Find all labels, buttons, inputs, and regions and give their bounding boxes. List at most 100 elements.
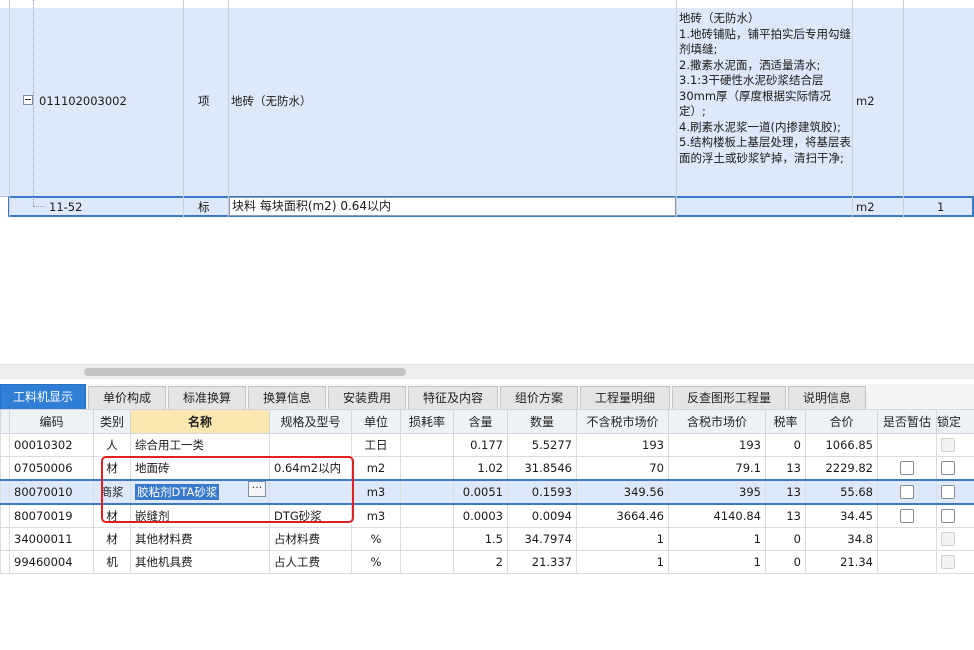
row-marker[interactable]	[0, 503, 10, 528]
cell-code[interactable]: 99460004	[9, 550, 94, 574]
cell-provisional[interactable]	[877, 527, 937, 551]
cell-quantity[interactable]: 31.8546	[507, 456, 577, 481]
tab-8[interactable]: 反查图形工程量	[672, 386, 786, 409]
cell-content[interactable]: 0.177	[453, 433, 508, 457]
cell-category[interactable]: 商浆	[93, 479, 131, 505]
cell-code[interactable]: 00010302	[9, 433, 94, 457]
cell-name[interactable]: 其他材料费	[130, 527, 270, 551]
cell-provisional[interactable]	[877, 479, 937, 505]
table-row[interactable]: 99460004 机其他机具费 占人工费% 2 21.337 1 1 0 21.34	[0, 550, 974, 574]
cell-spec[interactable]: DTG砂浆	[269, 503, 352, 528]
cell-unit[interactable]: %	[351, 550, 401, 574]
header-loss-rate[interactable]: 损耗率	[400, 409, 454, 434]
cell-spec[interactable]: 占人工费	[269, 550, 352, 574]
cell-category[interactable]: 机	[93, 550, 131, 574]
lock-checkbox[interactable]	[941, 461, 955, 476]
cell-provisional[interactable]	[877, 550, 937, 574]
cell-total[interactable]: 55.68	[805, 479, 878, 505]
cell-content[interactable]: 1.5	[453, 527, 508, 551]
cell-name[interactable]: 地面砖	[130, 456, 270, 481]
ellipsis-button[interactable]: ···	[248, 481, 266, 497]
name-edit-field[interactable]: 胶粘剂DTA砂浆	[135, 484, 220, 500]
cell-price-ex-tax[interactable]: 349.56	[576, 479, 669, 505]
header-tax-rate[interactable]: 税率	[765, 409, 806, 434]
provisional-checkbox[interactable]	[900, 485, 914, 500]
tab-7[interactable]: 工程量明细	[580, 386, 670, 409]
table-row[interactable]: 80070019 材嵌缝剂 DTG砂浆 m3 0.0003 0.0094 3664.46 41…	[0, 503, 974, 528]
cell-code[interactable]: 34000011	[9, 527, 94, 551]
table-row[interactable]: 00010302 人综合用工一类 工日 0.177 5.5277 193 193 0 1066.…	[0, 433, 974, 457]
cell-price-in-tax[interactable]: 395	[668, 479, 766, 505]
cell-tax-rate[interactable]: 0	[765, 550, 806, 574]
cell-provisional[interactable]	[877, 503, 937, 528]
cell-quantity[interactable]: 21.337	[507, 550, 577, 574]
cell-loss-rate[interactable]	[400, 479, 454, 505]
cell-unit[interactable]: 工日	[351, 433, 401, 457]
header-content[interactable]: 含量	[453, 409, 508, 434]
cell-code[interactable]: 80070019	[9, 503, 94, 528]
cell-code[interactable]: 80070010	[9, 479, 94, 505]
cell-total[interactable]: 21.34	[805, 550, 878, 574]
row-marker[interactable]	[0, 456, 10, 481]
cell-lock[interactable]	[936, 456, 974, 481]
table-row[interactable]: 07050006 材地面砖 0.64m2以内 m2 1.02 31.8546 70 79.1 1…	[0, 456, 974, 481]
cell-price-ex-tax[interactable]: 70	[576, 456, 669, 481]
header-code[interactable]: 编码	[9, 409, 94, 434]
cell-price-ex-tax[interactable]: 1	[576, 527, 669, 551]
header-price-in-tax[interactable]: 含税市场价	[668, 409, 766, 434]
tab-3[interactable]: 换算信息	[248, 386, 326, 409]
cell-provisional[interactable]	[877, 433, 937, 457]
cell-content[interactable]: 2	[453, 550, 508, 574]
row-marker[interactable]	[0, 527, 10, 551]
cell-tax-rate[interactable]: 13	[765, 479, 806, 505]
header-total[interactable]: 合价	[805, 409, 878, 434]
cell-loss-rate[interactable]	[400, 456, 454, 481]
cell-content[interactable]: 0.0051	[453, 479, 508, 505]
cell-lock[interactable]	[936, 479, 974, 505]
header-quantity[interactable]: 数量	[507, 409, 577, 434]
lock-checkbox[interactable]	[941, 485, 955, 500]
lock-checkbox[interactable]	[941, 438, 955, 453]
row-marker[interactable]	[0, 433, 10, 457]
cell-lock[interactable]	[936, 503, 974, 528]
cell-name[interactable]: 综合用工一类	[130, 433, 270, 457]
cell-price-in-tax[interactable]: 4140.84	[668, 503, 766, 528]
cell-category[interactable]: 材	[93, 527, 131, 551]
cell-name[interactable]: 其他机具费	[130, 550, 270, 574]
cell-category[interactable]: 材	[93, 503, 131, 528]
tab-9[interactable]: 说明信息	[788, 386, 866, 409]
lock-checkbox[interactable]	[941, 532, 955, 547]
collapse-icon[interactable]	[23, 95, 33, 105]
table-row[interactable]: 80070010 商浆 胶粘剂DTA砂浆 m3 0.0051 0.1593 349.56 39…	[0, 479, 974, 505]
cell-price-ex-tax[interactable]: 3664.46	[576, 503, 669, 528]
quota-name-field[interactable]: 块料 每块面积(m2) 0.64以内	[229, 197, 676, 216]
cell-unit[interactable]: m2	[351, 456, 401, 481]
scrollbar-thumb[interactable]	[84, 368, 406, 376]
row-marker[interactable]	[0, 550, 10, 574]
cell-spec[interactable]: 0.64m2以内	[269, 456, 352, 481]
cell-lock[interactable]	[936, 550, 974, 574]
cell-spec[interactable]: 占材料费	[269, 527, 352, 551]
header-unit[interactable]: 单位	[351, 409, 401, 434]
cell-price-ex-tax[interactable]: 193	[576, 433, 669, 457]
cell-spec[interactable]	[269, 433, 352, 457]
provisional-checkbox[interactable]	[900, 509, 914, 524]
cell-quantity[interactable]: 0.1593	[507, 479, 577, 505]
cell-tax-rate[interactable]: 13	[765, 503, 806, 528]
table-row[interactable]: 34000011 材其他材料费 占材料费% 1.5 34.7974 1 1 0 34.8	[0, 527, 974, 551]
header-lock[interactable]: 锁定	[936, 409, 974, 434]
cell-total[interactable]: 34.45	[805, 503, 878, 528]
cell-unit[interactable]: %	[351, 527, 401, 551]
cell-loss-rate[interactable]	[400, 503, 454, 528]
header-spec[interactable]: 规格及型号	[269, 409, 352, 434]
lock-checkbox[interactable]	[941, 509, 955, 524]
tab-2[interactable]: 标准换算	[168, 386, 246, 409]
cell-lock[interactable]	[936, 527, 974, 551]
cell-price-in-tax[interactable]: 1	[668, 550, 766, 574]
lock-checkbox[interactable]	[941, 555, 955, 570]
tab-6[interactable]: 组价方案	[500, 386, 578, 409]
cell-loss-rate[interactable]	[400, 433, 454, 457]
cell-total[interactable]: 34.8	[805, 527, 878, 551]
tab-5[interactable]: 特征及内容	[408, 386, 498, 409]
cell-content[interactable]: 1.02	[453, 456, 508, 481]
